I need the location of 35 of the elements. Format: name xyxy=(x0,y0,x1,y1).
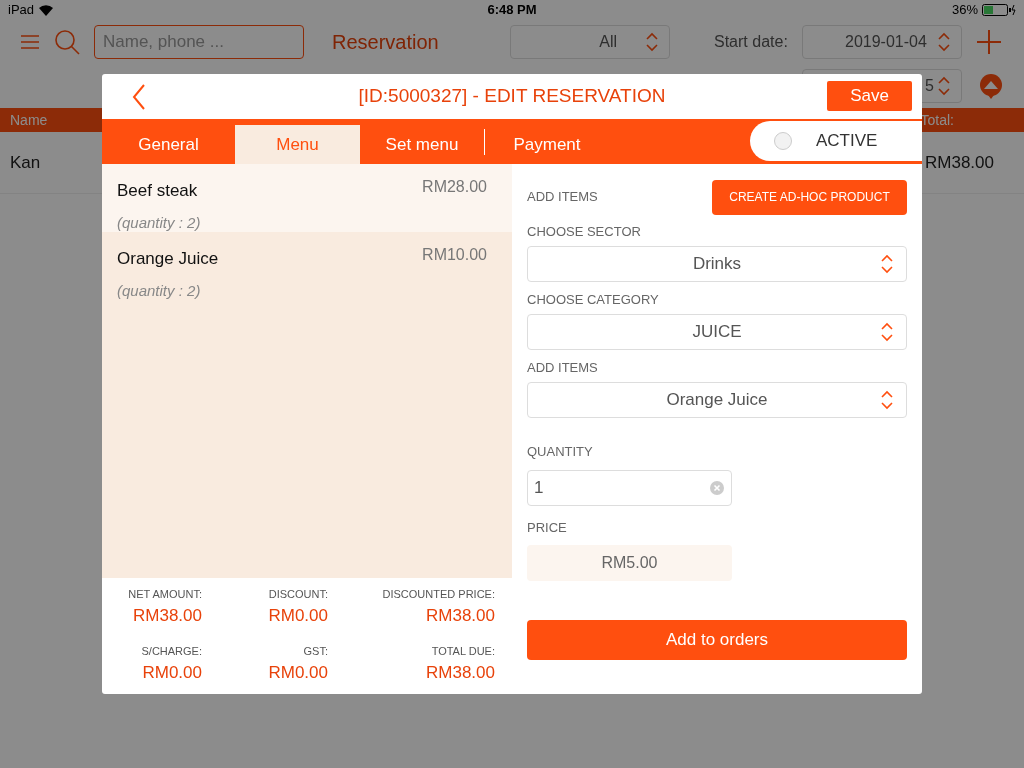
price-value: RM5.00 xyxy=(527,545,732,581)
page-title: Reservation xyxy=(332,30,440,55)
summary-value: RM38.00 xyxy=(133,604,202,627)
field-label: QUANTITY xyxy=(527,443,594,461)
column-header: Name xyxy=(10,110,48,130)
table-cell-text: RM38.00 xyxy=(925,151,994,174)
item-price: RM28.00 xyxy=(422,177,487,197)
summary-value: RM0.00 xyxy=(142,661,202,684)
summary-value: RM0.00 xyxy=(268,661,328,684)
item-quantity: (quantity : 2) xyxy=(117,280,202,301)
item-quantity: (quantity : 2) xyxy=(117,212,202,233)
device-name: iPad xyxy=(8,1,35,20)
clock-time: 6:48 PM xyxy=(487,1,537,20)
column-header: Total: xyxy=(920,110,954,130)
summary-label: NET AMOUNT: xyxy=(128,587,202,602)
field-label: CHOOSE SECTOR xyxy=(527,223,642,238)
field-label: ADD ITEMS xyxy=(527,359,599,374)
summary-label: DISCOUNT: xyxy=(268,587,328,602)
dialog-title: [ID:5000327] - EDIT RESERVATION xyxy=(358,84,666,109)
summary-label: S/CHARGE: xyxy=(141,644,202,659)
table-cell-text: Kan xyxy=(10,151,41,174)
item-name: Orange Juice xyxy=(117,248,219,270)
start-date-label: Start date: xyxy=(714,32,788,52)
item-name: Beef steak xyxy=(117,180,198,202)
summary-label: GST: xyxy=(303,644,328,659)
field-label: CHOOSE CATEGORY xyxy=(527,291,660,306)
summary-label: DISCOUNTED PRICE: xyxy=(382,587,495,602)
add-items-label: ADD ITEMS xyxy=(527,188,598,207)
battery-percent: 36% xyxy=(951,1,978,20)
summary-value: RM0.00 xyxy=(268,604,328,627)
summary-value: RM38.00 xyxy=(426,661,495,684)
summary-label: TOTAL DUE: xyxy=(431,644,495,659)
item-price: RM10.00 xyxy=(422,245,487,265)
summary-value: RM38.00 xyxy=(426,604,495,627)
field-label: PRICE xyxy=(527,518,568,537)
